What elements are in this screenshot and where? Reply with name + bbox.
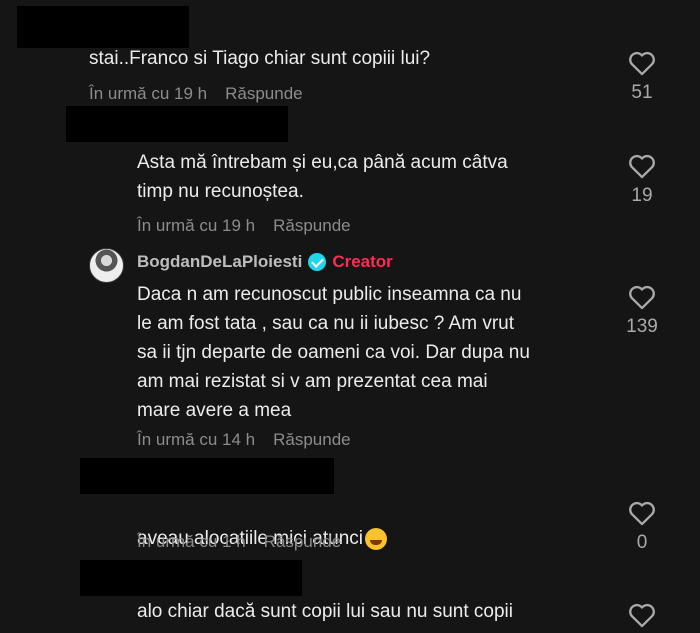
like-button[interactable]: 139 xyxy=(618,284,666,338)
verified-icon xyxy=(308,253,327,271)
like-count: 19 xyxy=(631,185,653,206)
reply-button[interactable]: Răspunde xyxy=(273,430,351,449)
comment-meta: În urmă cu 19 h Răspunde xyxy=(137,216,351,236)
comment-meta: În urmă cu 1 h Răspunde xyxy=(137,532,341,552)
like-count: 0 xyxy=(636,532,648,553)
heart-icon xyxy=(629,285,655,310)
comment-time: În urmă cu 14 h xyxy=(137,430,256,449)
comment-text: Daca n am recunoscut public inseamna ca … xyxy=(137,284,530,421)
comment-text: alo chiar dacă sunt copii lui sau nu sun… xyxy=(137,601,514,622)
like-button[interactable] xyxy=(618,602,666,628)
heart-icon xyxy=(629,603,655,628)
comment-time: În urmă cu 1 h xyxy=(137,532,246,551)
redacted-username xyxy=(80,560,302,596)
comment-meta: În urmă cu 19 h Răspunde xyxy=(89,84,303,104)
comment-time: În urmă cu 19 h xyxy=(89,84,208,103)
comment-text: Asta mă întrebam și eu,ca până acum câtv… xyxy=(137,152,508,202)
reply-button[interactable]: Răspunde xyxy=(225,84,303,103)
like-count: 51 xyxy=(631,82,653,103)
comment-text: stai..Franco si Tiago chiar sunt copiii … xyxy=(89,48,431,69)
like-button[interactable]: 0 xyxy=(618,500,666,554)
comment-time: În urmă cu 19 h xyxy=(137,216,256,235)
avatar[interactable] xyxy=(89,248,124,283)
like-count: 139 xyxy=(626,316,658,337)
heart-icon xyxy=(629,154,655,179)
author-name: BogdanDeLaPloiesti xyxy=(137,252,303,271)
heart-icon xyxy=(629,51,655,76)
comment-meta: În urmă cu 14 h Răspunde xyxy=(137,430,351,450)
comment-author[interactable]: BogdanDeLaPloiesti Creator xyxy=(137,252,393,272)
redacted-username xyxy=(17,6,189,48)
redacted-username xyxy=(66,106,288,142)
heart-icon xyxy=(629,501,655,526)
sweat-smile-emoji-icon xyxy=(365,527,388,550)
redacted-username xyxy=(80,458,334,494)
creator-badge: Creator xyxy=(332,252,393,271)
like-button[interactable]: 51 xyxy=(618,50,666,104)
reply-button[interactable]: Răspunde xyxy=(264,532,342,551)
reply-button[interactable]: Răspunde xyxy=(273,216,351,235)
like-button[interactable]: 19 xyxy=(618,153,666,207)
